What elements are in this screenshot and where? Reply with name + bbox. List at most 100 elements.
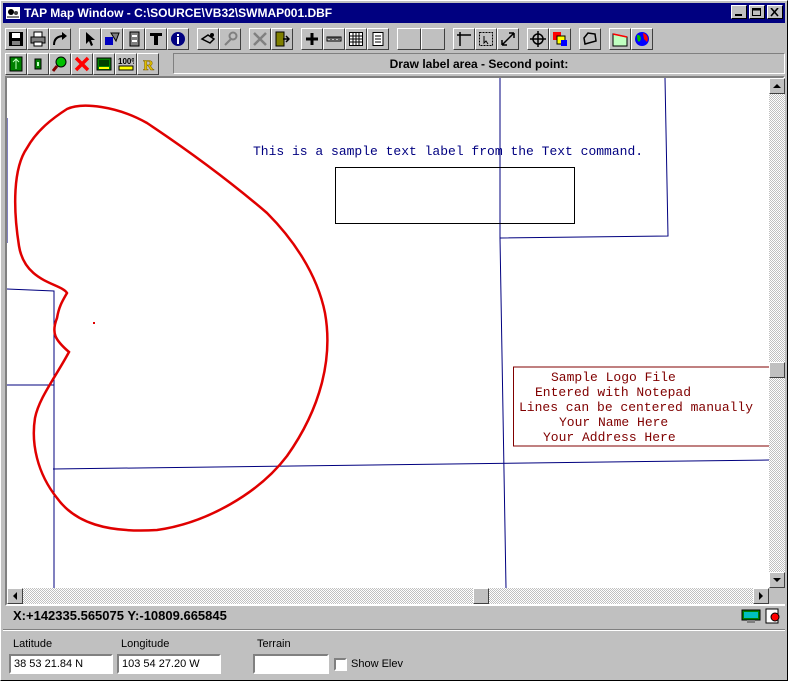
cancel-button[interactable] bbox=[71, 53, 93, 75]
shapes-button[interactable] bbox=[101, 28, 123, 50]
show-elev-label[interactable]: Show Elev bbox=[351, 658, 403, 670]
zoom-100-button[interactable]: 100% bbox=[115, 53, 137, 75]
arrow-up-icon bbox=[773, 84, 781, 88]
snap-button[interactable] bbox=[453, 28, 475, 50]
resize-button[interactable] bbox=[497, 28, 519, 50]
logo-line: Your Address Here bbox=[543, 430, 676, 445]
latitude-field[interactable]: 38 53 21.84 N bbox=[9, 654, 113, 674]
shapes-icon bbox=[105, 32, 120, 45]
terrain-field[interactable] bbox=[253, 654, 329, 674]
crosshair-button[interactable] bbox=[527, 28, 549, 50]
blank-button-1[interactable] bbox=[397, 28, 421, 50]
arrow-down-icon bbox=[773, 578, 781, 582]
close-button[interactable] bbox=[767, 5, 783, 19]
svg-text:100%: 100% bbox=[118, 57, 134, 66]
layers-button[interactable] bbox=[549, 28, 571, 50]
scroll-left-button[interactable] bbox=[7, 588, 23, 604]
arrow-right-icon bbox=[759, 592, 763, 600]
redo-arrow-icon bbox=[53, 32, 67, 46]
info-icon bbox=[171, 32, 185, 46]
layer-small-icon bbox=[34, 58, 42, 70]
delete-button[interactable] bbox=[249, 28, 271, 50]
info-button[interactable] bbox=[167, 28, 189, 50]
boundary-line bbox=[7, 288, 55, 385]
label-area-box[interactable] bbox=[335, 167, 575, 224]
maximize-icon bbox=[752, 8, 761, 16]
text-tool-icon bbox=[150, 33, 162, 45]
logo-line: Sample Logo File bbox=[551, 370, 676, 385]
horizontal-scroll-thumb[interactable] bbox=[473, 588, 489, 604]
minimize-button[interactable] bbox=[731, 5, 747, 19]
window-title: TAP Map Window - C:\SOURCE\VB32\SWMAP001… bbox=[24, 6, 333, 20]
grid-button[interactable] bbox=[345, 28, 367, 50]
redo-button[interactable] bbox=[49, 28, 71, 50]
maximize-button[interactable] bbox=[749, 5, 765, 19]
region-outline[interactable] bbox=[13, 104, 329, 532]
save-button[interactable] bbox=[5, 28, 27, 50]
polygon-button[interactable] bbox=[579, 28, 601, 50]
add-point-button[interactable] bbox=[301, 28, 323, 50]
monitor-status-icon[interactable] bbox=[741, 608, 761, 624]
file-cabinet-button[interactable] bbox=[123, 28, 145, 50]
command-prompt: Draw label area - Second point: bbox=[173, 53, 785, 74]
notepad-button[interactable] bbox=[367, 28, 389, 50]
save-icon bbox=[9, 32, 23, 46]
add-point-icon bbox=[306, 33, 318, 45]
scroll-right-button[interactable] bbox=[753, 588, 769, 604]
area-fill-icon bbox=[612, 33, 628, 47]
pin-tool-icon bbox=[224, 31, 238, 46]
blank-button-2[interactable] bbox=[421, 28, 445, 50]
longitude-field[interactable]: 103 54 27.20 W bbox=[117, 654, 221, 674]
svg-text:R: R bbox=[143, 58, 154, 72]
horizontal-scrollbar[interactable] bbox=[7, 588, 769, 604]
map-canvas[interactable]: This is a sample text label from the Tex… bbox=[7, 78, 769, 588]
pin-tool-button[interactable] bbox=[219, 28, 241, 50]
grid-icon bbox=[349, 32, 363, 46]
draw-tool-button[interactable] bbox=[197, 28, 219, 50]
region-select-button[interactable] bbox=[475, 28, 497, 50]
globe-icon bbox=[635, 32, 649, 46]
layer-small-button[interactable] bbox=[27, 53, 49, 75]
scroll-corner bbox=[769, 588, 785, 604]
layer-green-button[interactable] bbox=[5, 53, 27, 75]
crosshair-icon bbox=[530, 31, 546, 47]
draw-tool-icon bbox=[200, 33, 216, 44]
arrow-left-icon bbox=[13, 592, 17, 600]
exit-button[interactable] bbox=[271, 28, 293, 50]
screen-button[interactable] bbox=[93, 53, 115, 75]
notepad-icon bbox=[372, 32, 384, 46]
layers-icon bbox=[553, 32, 567, 46]
secondary-toolbar: 100% R bbox=[5, 52, 159, 76]
close-icon bbox=[770, 8, 779, 17]
vertical-scrollbar[interactable] bbox=[769, 78, 785, 588]
exit-door-icon bbox=[275, 31, 290, 47]
region-centroid-dot bbox=[93, 322, 95, 324]
delete-x-icon bbox=[253, 32, 267, 46]
resize-icon bbox=[501, 32, 515, 46]
snap-icon bbox=[457, 32, 471, 46]
scroll-up-button[interactable] bbox=[769, 78, 785, 94]
title-bar[interactable]: TAP Map Window - C:\SOURCE\VB32\SWMAP001… bbox=[3, 3, 785, 23]
terrain-label: Terrain bbox=[257, 638, 291, 650]
pointer-icon bbox=[86, 32, 95, 46]
text-tool-button[interactable] bbox=[145, 28, 167, 50]
sample-text-label[interactable]: This is a sample text label from the Tex… bbox=[253, 144, 643, 159]
scroll-down-button[interactable] bbox=[769, 572, 785, 588]
screen-icon bbox=[96, 57, 112, 71]
area-fill-button[interactable] bbox=[609, 28, 631, 50]
pointer-button[interactable] bbox=[79, 28, 101, 50]
vertical-scroll-thumb[interactable] bbox=[769, 362, 785, 378]
zoom-button[interactable] bbox=[49, 53, 71, 75]
logo-text-block[interactable]: Sample Logo File Entered with Notepad Li… bbox=[513, 368, 769, 448]
map-frame: This is a sample text label from the Tex… bbox=[5, 76, 785, 606]
show-elev-checkbox[interactable] bbox=[334, 658, 347, 671]
print-preview-status-icon[interactable] bbox=[763, 608, 783, 624]
longitude-label: Longitude bbox=[121, 638, 170, 650]
app-icon[interactable] bbox=[5, 5, 21, 21]
redraw-button[interactable]: R bbox=[137, 53, 159, 75]
logo-line: Entered with Notepad bbox=[535, 385, 692, 400]
print-button[interactable] bbox=[27, 28, 49, 50]
ruler-button[interactable] bbox=[323, 28, 345, 50]
zoom-100-icon: 100% bbox=[118, 57, 134, 71]
globe-button[interactable] bbox=[631, 28, 653, 50]
